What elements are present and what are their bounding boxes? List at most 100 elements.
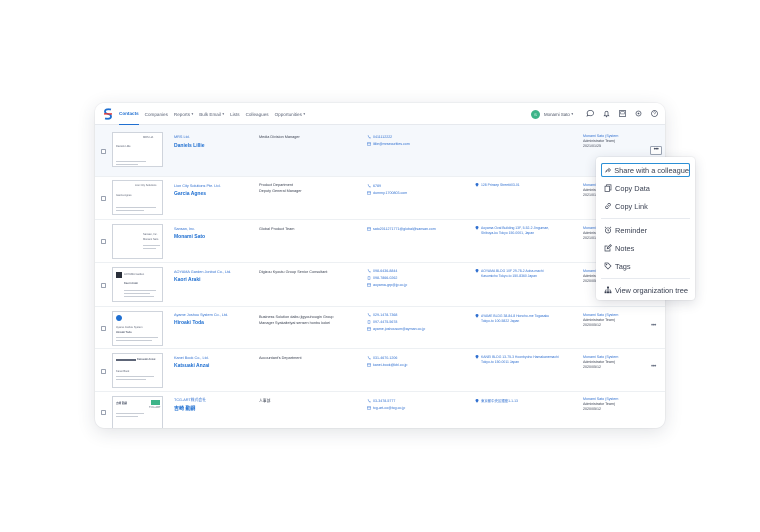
business-card-thumbnail[interactable]: 吉崎 勤嗣 TCG-ART <box>112 396 163 428</box>
contact-name-link[interactable]: Kaori Araki <box>174 277 201 283</box>
contact-name-link[interactable]: Katsuaki Anzai <box>174 363 209 369</box>
business-card-thumbnail[interactable]: Lion City Solutions Garcia Agnes <box>112 180 163 215</box>
company-name-link[interactable]: MRS Ltd. <box>174 135 190 139</box>
menu-copy-link[interactable]: Copy Link <box>601 199 690 213</box>
org-tree-icon <box>604 286 612 294</box>
phone-icon <box>367 184 371 188</box>
chevron-down-icon: ▾ <box>571 112 574 116</box>
user-menu[interactable]: S Monami Sato ▾ <box>531 109 573 119</box>
business-card-thumbnail[interactable]: Ayame Joshou System Hiroaki Toda <box>112 311 163 346</box>
address-link[interactable]: 128 Prinsep Street#03-01 <box>475 183 520 188</box>
sansan-logo-icon[interactable] <box>104 108 112 120</box>
settings-icon[interactable] <box>634 109 643 118</box>
row-checkbox[interactable] <box>101 283 106 288</box>
company-name-link[interactable]: Ayame Joshou System Co., Ltd. <box>174 313 228 317</box>
nav-colleagues[interactable]: Colleagues <box>246 103 269 125</box>
menu-notes[interactable]: Notes <box>601 241 690 255</box>
tag-icon <box>604 262 612 270</box>
email-icon <box>367 327 371 331</box>
nav-bulk-email[interactable]: Bulk Email ▾ <box>199 103 224 125</box>
row-checkbox[interactable] <box>101 149 106 154</box>
nav-opportunities[interactable]: Opportunities ▾ <box>275 103 306 125</box>
menu-copy-data[interactable]: Copy Data <box>601 181 690 195</box>
business-card-thumbnail[interactable]: Sansan, Inc. Monami Sato <box>112 224 163 259</box>
mobile-number[interactable]: 098-7866-0262 <box>367 276 397 280</box>
email-link[interactable]: kanei-book@kbl.co.jp <box>367 363 407 367</box>
email-link[interactable]: aoyama-grp@jp.co.jp <box>367 283 407 287</box>
company-name-link[interactable]: Sansan, Inc. <box>174 227 195 231</box>
chevron-down-icon: ▾ <box>191 112 194 116</box>
phone-number[interactable]: 031-4670-1206 <box>367 356 397 360</box>
row-checkbox[interactable] <box>101 196 106 201</box>
chevron-down-icon: ▾ <box>222 112 225 116</box>
location-pin-icon <box>475 269 479 273</box>
nav-lists[interactable]: Lists <box>230 103 239 125</box>
department-title: Accountant's Department <box>259 356 302 360</box>
main-nav: Contacts Companies Reports ▾ Bulk Email ▾ … <box>119 103 311 125</box>
row-checkbox[interactable] <box>101 410 106 415</box>
address-link[interactable]: Aoyama Oval Building 13F, 5-52-2 Jinguma… <box>475 226 549 236</box>
address-link[interactable]: KANEI BLDG 13-75-3 Hoonbyoho Hamakanemac… <box>475 355 559 365</box>
bell-icon[interactable] <box>602 109 611 118</box>
email-link[interactable]: dummy.1700803.com <box>367 191 407 195</box>
help-icon[interactable] <box>650 109 659 118</box>
address-book-icon[interactable] <box>618 109 627 118</box>
owner-info: Monami Sato (System Administrator Team) … <box>583 355 619 370</box>
phone-number[interactable]: 0411112222 <box>367 135 392 139</box>
row-more-icon[interactable]: ••• <box>651 364 656 370</box>
contact-name-link[interactable]: Garcia Agnes <box>174 191 206 197</box>
menu-tags[interactable]: Tags <box>601 259 690 273</box>
row-more-button[interactable]: ••• <box>650 146 662 155</box>
phone-icon <box>367 399 371 403</box>
notes-icon <box>604 244 612 252</box>
row-checkbox[interactable] <box>101 326 106 331</box>
email-icon <box>367 142 371 146</box>
row-checkbox[interactable] <box>101 369 106 374</box>
contact-name-link[interactable]: Hiroaki Toda <box>174 320 204 326</box>
company-name-link[interactable]: TCG-ART株式会社 <box>174 398 206 403</box>
location-pin-icon <box>475 399 479 403</box>
table-row[interactable]: 吉崎 勤嗣 TCG-ART TCG-ART株式会社 吉崎 勤嗣 人事部 03-3… <box>95 392 665 428</box>
company-name-link[interactable]: Lion City Solutions Pte. Ltd. <box>174 184 221 188</box>
row-more-icon[interactable]: ••• <box>651 323 656 329</box>
email-link[interactable]: lillie@mrsecurities.com <box>367 142 410 146</box>
phone-number[interactable]: 6789 <box>367 184 381 188</box>
company-name-link[interactable]: Kanei Book Co., Ltd. <box>174 356 209 360</box>
location-pin-icon <box>475 183 479 187</box>
business-card-thumbnail[interactable]: AOYAMA Garden Kaori Araki <box>112 267 163 302</box>
chat-icon[interactable] <box>586 109 595 118</box>
address-link[interactable]: AOYAMA BLDG 10F 29-78-2 Aoba-machi Kasumi… <box>475 269 544 279</box>
nav-companies[interactable]: Companies <box>145 103 168 125</box>
link-icon <box>605 203 611 209</box>
business-card-thumbnail[interactable]: MRS Ltd. Daniels Lillie <box>112 132 163 167</box>
email-link[interactable]: ayame.joshousum@ayman.co.jp <box>367 327 425 331</box>
menu-share-with-colleague[interactable]: Share with a colleague <box>601 163 690 177</box>
company-name-link[interactable]: AOYAMA Garden Jonbut Co., Ltd. <box>174 270 231 274</box>
contact-name-link[interactable]: Monami Sato <box>174 234 205 240</box>
mobile-number[interactable]: 097-4475-5678 <box>367 320 397 324</box>
email-link[interactable]: sato2011271771@global@sansan.com <box>367 227 436 231</box>
address-link[interactable]: 東京都中央区銀座1-1-13 <box>475 399 518 404</box>
table-row[interactable]: Katsuaki Anzai Kanei Book Kanei Book Co.… <box>95 349 665 392</box>
table-row[interactable]: MRS Ltd. Daniels Lillie MRS Ltd. Daniels… <box>95 125 665 177</box>
email-icon <box>367 283 371 287</box>
address-link[interactable]: AYAME BLDG 38-84-8 Honcho-me Togasaku Tok… <box>475 314 549 324</box>
phone-number[interactable]: 029-1478-7368 <box>367 313 397 317</box>
table-row[interactable]: Sansan, Inc. Monami Sato Sansan, Inc. Mo… <box>95 220 665 263</box>
phone-number[interactable]: 03-3478-5777 <box>367 399 395 403</box>
table-row[interactable]: Ayame Joshou System Hiroaki Toda Ayame J… <box>95 307 665 349</box>
row-checkbox[interactable] <box>101 239 106 244</box>
copy-data-icon <box>604 184 612 192</box>
business-card-thumbnail[interactable]: Katsuaki Anzai Kanei Book <box>112 353 163 388</box>
contact-name-link[interactable]: 吉崎 勤嗣 <box>174 405 195 412</box>
table-row[interactable]: Lion City Solutions Garcia Agnes Lion Ci… <box>95 177 665 220</box>
contact-name-link[interactable]: Daniels Lillie <box>174 143 205 149</box>
phone-number[interactable]: 098-6436-8844 <box>367 269 397 273</box>
email-link[interactable]: tcg-art-co@tcg.co.jp <box>367 406 405 410</box>
table-row[interactable]: AOYAMA Garden Kaori Araki AOYAMA Garden … <box>95 263 665 307</box>
nav-reports[interactable]: Reports ▾ <box>174 103 193 125</box>
phone-icon <box>367 356 371 360</box>
nav-contacts[interactable]: Contacts <box>119 103 139 125</box>
menu-reminder[interactable]: Reminder <box>601 223 690 237</box>
menu-view-organization-tree[interactable]: View organization tree <box>601 283 690 297</box>
